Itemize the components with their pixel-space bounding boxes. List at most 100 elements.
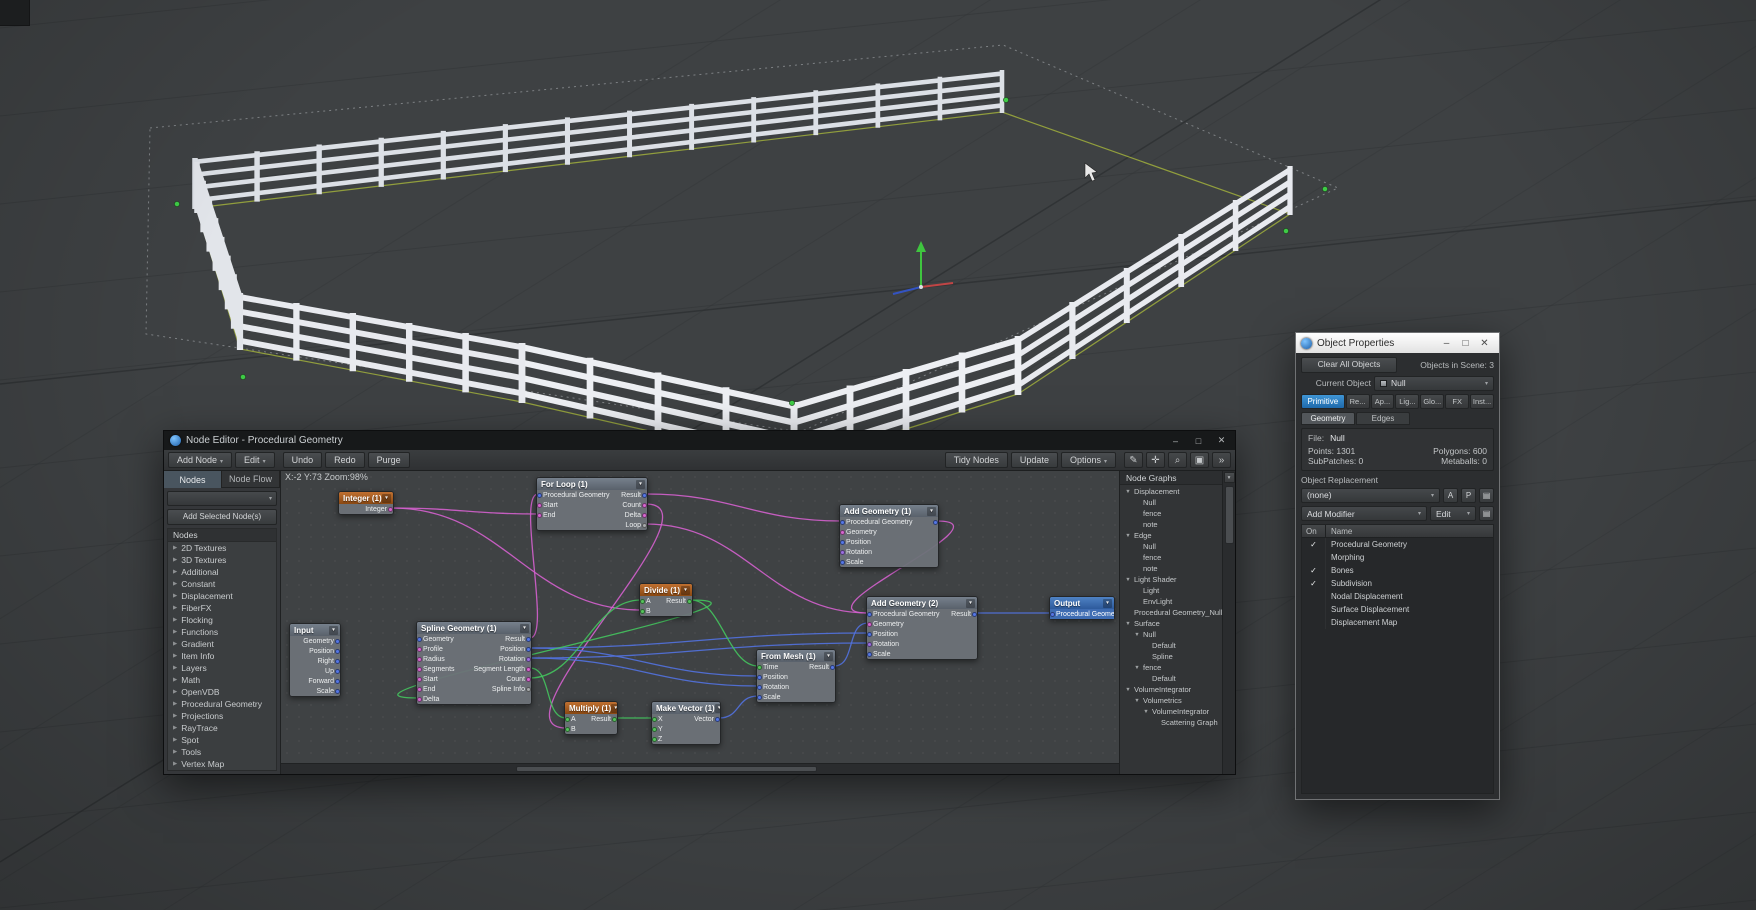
node-header[interactable]: Add Geometry (2)▾ (867, 597, 977, 609)
graph-tree-item[interactable]: ▼VolumeIntegrator (1120, 706, 1222, 717)
category-2d-textures[interactable]: ▶2D Textures (168, 542, 276, 554)
replacement-doc-icon[interactable]: ▤ (1479, 488, 1494, 503)
spline-control-point[interactable] (174, 201, 179, 206)
category-tools[interactable]: ▶Tools (168, 746, 276, 758)
output-port[interactable] (526, 677, 531, 682)
input-port[interactable] (417, 637, 422, 642)
input-port[interactable] (840, 520, 845, 525)
category-functions[interactable]: ▶Functions (168, 626, 276, 638)
canvas-hscrollbar[interactable] (281, 763, 1119, 774)
modifier-check[interactable]: ✓ (1302, 577, 1326, 590)
category-additional[interactable]: ▶Additional (168, 566, 276, 578)
node-header[interactable]: Divide (1)▾ (640, 584, 692, 596)
input-port[interactable] (565, 717, 570, 722)
graph-tree-item[interactable]: ▼Light Shader (1120, 574, 1222, 585)
input-port[interactable] (867, 642, 872, 647)
modifier-edit-dropdown[interactable]: Edit (1430, 506, 1476, 521)
node-menu-icon[interactable]: ▾ (927, 507, 936, 516)
output-port[interactable] (526, 657, 531, 662)
spline-control-point[interactable] (789, 400, 794, 405)
pan-icon[interactable]: ✛ (1146, 452, 1165, 468)
node-menu-icon[interactable]: ▾ (611, 704, 617, 713)
input-port[interactable] (652, 737, 657, 742)
graph-node-integer-1[interactable]: Integer (1)▾Integer (338, 491, 394, 515)
menu-edit[interactable]: Edit▾ (235, 452, 275, 469)
output-port[interactable] (642, 513, 647, 518)
output-port[interactable] (642, 523, 647, 528)
add-selected-nodes-button[interactable]: Add Selected Node(s) (167, 509, 277, 525)
graph-node-add-geometry-2[interactable]: Add Geometry (2)▾Procedural GeometryResu… (866, 596, 978, 660)
input-port[interactable] (757, 695, 762, 700)
node-filter-dropdown[interactable]: ▾ (167, 491, 277, 506)
spline-control-point[interactable] (1003, 97, 1008, 102)
subtab-edges[interactable]: Edges (1356, 412, 1410, 425)
node-wire[interactable] (834, 623, 868, 666)
toolbar-options[interactable]: Options▾ (1061, 452, 1116, 469)
chevron-down-icon[interactable]: ▼ (1124, 489, 1132, 495)
spline-control-point[interactable] (1283, 228, 1288, 233)
node-header[interactable]: From Mesh (1)▾ (757, 650, 835, 662)
graph-tree-item[interactable]: Light (1120, 585, 1222, 596)
category-spot[interactable]: ▶Spot (168, 734, 276, 746)
output-port[interactable] (335, 669, 340, 674)
frame-icon[interactable]: ▣ (1190, 452, 1209, 468)
category-projections[interactable]: ▶Projections (168, 710, 276, 722)
node-menu-icon[interactable]: ▾ (966, 599, 975, 608)
modifier-row-bones[interactable]: ✓Bones (1302, 564, 1493, 577)
input-port[interactable] (867, 652, 872, 657)
zoom-icon[interactable]: ⌕ (1168, 452, 1187, 468)
input-port[interactable] (867, 632, 872, 637)
graph-node-divide-1[interactable]: Divide (1)▾AResultB (639, 583, 693, 617)
graph-tree-item[interactable]: ▼Displacement (1120, 486, 1222, 497)
graph-tree-item[interactable]: fence (1120, 552, 1222, 563)
modifier-row-subdivision[interactable]: ✓Subdivision (1302, 577, 1493, 590)
modifier-row-surface-displacement[interactable]: Surface Displacement (1302, 603, 1493, 616)
input-port[interactable] (640, 609, 645, 614)
chevron-down-icon[interactable]: ▼ (1124, 533, 1132, 539)
vscroll-thumb[interactable] (1225, 486, 1234, 544)
category-math[interactable]: ▶Math (168, 674, 276, 686)
node-menu-icon[interactable]: ▾ (382, 494, 391, 503)
graph-node-input[interactable]: Input▾GeometryPositionRightUpForwardScal… (289, 623, 341, 697)
tab-glo[interactable]: Glo... (1420, 394, 1444, 409)
node-header[interactable]: Integer (1)▾ (339, 492, 393, 504)
output-port[interactable] (642, 493, 647, 498)
node-menu-icon[interactable]: ▾ (636, 480, 645, 489)
object-properties-close-button[interactable]: ✕ (1475, 336, 1494, 351)
menu-add-node[interactable]: Add Node▾ (168, 452, 232, 469)
node-menu-icon[interactable]: ▾ (824, 652, 833, 661)
node-editor-titlebar[interactable]: Node Editor - Procedural Geometry –□✕ (164, 431, 1235, 450)
graph-tree-item[interactable]: EnvLight (1120, 596, 1222, 607)
subtab-geometry[interactable]: Geometry (1301, 412, 1355, 425)
category-vertex-map[interactable]: ▶Vertex Map (168, 758, 276, 770)
output-port[interactable] (526, 667, 531, 672)
node-header[interactable]: Multiply (1)▾ (565, 702, 617, 714)
modifier-check[interactable] (1302, 616, 1326, 629)
current-object-dropdown[interactable]: Null (1374, 376, 1494, 391)
node-wire[interactable] (530, 600, 641, 678)
category-openvdb[interactable]: ▶OpenVDB (168, 686, 276, 698)
output-port[interactable] (933, 520, 938, 525)
axis-gizmo[interactable] (893, 241, 953, 294)
input-port[interactable] (565, 727, 570, 732)
output-port[interactable] (526, 687, 531, 692)
modifier-check[interactable] (1302, 551, 1326, 564)
output-port[interactable] (335, 659, 340, 664)
output-port[interactable] (830, 665, 835, 670)
graph-tree-item[interactable]: ▼Surface (1120, 618, 1222, 629)
output-port[interactable] (526, 637, 531, 642)
chevron-down-icon[interactable]: ▼ (1124, 577, 1132, 583)
modifier-check[interactable]: ✓ (1302, 564, 1326, 577)
graph-node-make-vector-1[interactable]: Make Vector (1)▾XVectorYZ (651, 701, 721, 745)
output-port[interactable] (642, 503, 647, 508)
input-port[interactable] (640, 599, 645, 604)
clear-all-objects-button[interactable]: Clear All Objects (1301, 357, 1397, 373)
graph-node-from-mesh-1[interactable]: From Mesh (1)▾TimeResultPositionRotation… (756, 649, 836, 703)
input-port[interactable] (417, 667, 422, 672)
graph-tree-item[interactable]: ▼Volumetrics (1120, 695, 1222, 706)
object-properties-maximize-button[interactable]: □ (1456, 336, 1475, 351)
category-raytrace[interactable]: ▶RayTrace (168, 722, 276, 734)
input-port[interactable] (757, 675, 762, 680)
graph-tree-item[interactable]: fence (1120, 508, 1222, 519)
node-wire[interactable] (719, 696, 758, 718)
